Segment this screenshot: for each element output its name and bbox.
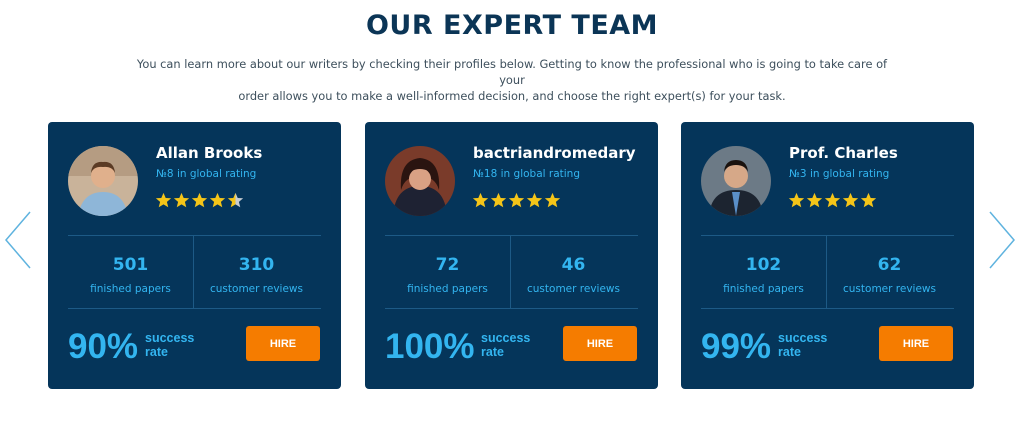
star-icon xyxy=(155,192,172,208)
star-icon xyxy=(788,192,805,208)
papers-label: finished papers xyxy=(723,283,804,295)
papers-stat: 501 finished papers xyxy=(68,254,193,295)
hire-button[interactable]: HIRE xyxy=(246,326,320,361)
reviews-count: 62 xyxy=(877,255,902,275)
divider xyxy=(68,235,321,236)
success-label-line2: rate xyxy=(481,345,504,359)
success-percent: 90% xyxy=(68,327,139,366)
papers-stat: 72 finished papers xyxy=(385,254,510,295)
papers-label: finished papers xyxy=(407,283,488,295)
star-icon xyxy=(824,192,841,208)
divider xyxy=(701,308,954,309)
chevron-right-icon xyxy=(989,211,1015,269)
reviews-label: customer reviews xyxy=(210,283,303,295)
reviews-count: 310 xyxy=(238,255,275,275)
carousel-next-button[interactable] xyxy=(986,210,1018,270)
expert-name[interactable]: bactriandromedary xyxy=(473,144,636,162)
avatar xyxy=(701,146,771,216)
success-label-line2: rate xyxy=(145,345,168,359)
star-rating xyxy=(472,192,561,210)
star-icon xyxy=(544,192,561,208)
success-rate-label: success rate xyxy=(778,331,838,359)
divider xyxy=(385,308,638,309)
reviews-stat: 62 customer reviews xyxy=(827,254,952,295)
hire-button[interactable]: HIRE xyxy=(563,326,637,361)
reviews-stat: 310 customer reviews xyxy=(194,254,319,295)
global-rating: №3 in global rating xyxy=(789,168,890,180)
success-rate-label: success rate xyxy=(145,331,205,359)
star-rating xyxy=(155,192,244,210)
intro-line-2: order allows you to make a well-informed… xyxy=(238,89,786,103)
success-label-line1: success xyxy=(481,331,531,345)
star-icon xyxy=(806,192,823,208)
reviews-label: customer reviews xyxy=(527,283,620,295)
global-rating: №8 in global rating xyxy=(156,168,257,180)
carousel-prev-button[interactable] xyxy=(2,210,34,270)
avatar xyxy=(385,146,455,216)
expert-name[interactable]: Allan Brooks xyxy=(156,144,262,162)
star-icon xyxy=(508,192,525,208)
global-rating: №18 in global rating xyxy=(473,168,580,180)
success-percent: 100% xyxy=(385,327,475,366)
divider xyxy=(385,235,638,236)
star-icon xyxy=(173,192,190,208)
chevron-left-icon xyxy=(5,211,31,269)
success-percent: 99% xyxy=(701,327,772,366)
success-label-line1: success xyxy=(145,331,195,345)
reviews-count: 46 xyxy=(561,255,586,275)
hire-button[interactable]: HIRE xyxy=(879,326,953,361)
expert-card: Prof. Charles №3 in global rating 102 fi… xyxy=(681,122,974,389)
star-icon xyxy=(490,192,507,208)
success-label-line2: rate xyxy=(778,345,801,359)
reviews-stat: 46 customer reviews xyxy=(511,254,636,295)
expert-card: bactriandromedary №18 in global rating 7… xyxy=(365,122,658,389)
papers-label: finished papers xyxy=(90,283,171,295)
star-icon xyxy=(860,192,877,208)
avatar xyxy=(68,146,138,216)
star-icon xyxy=(472,192,489,208)
intro-line-1: You can learn more about our writers by … xyxy=(136,57,888,87)
section-intro: You can learn more about our writers by … xyxy=(130,56,894,104)
star-icon xyxy=(842,192,859,208)
papers-stat: 102 finished papers xyxy=(701,254,826,295)
star-icon xyxy=(227,192,244,208)
divider xyxy=(68,308,321,309)
papers-count: 501 xyxy=(112,255,149,275)
papers-count: 102 xyxy=(745,255,782,275)
star-icon xyxy=(191,192,208,208)
expert-name[interactable]: Prof. Charles xyxy=(789,144,898,162)
expert-card: Allan Brooks №8 in global rating 501 fin… xyxy=(48,122,341,389)
success-rate-label: success rate xyxy=(481,331,541,359)
section-title: OUR EXPERT TEAM xyxy=(365,10,659,41)
star-rating xyxy=(788,192,877,210)
reviews-label: customer reviews xyxy=(843,283,936,295)
star-icon xyxy=(526,192,543,208)
divider xyxy=(701,235,954,236)
success-label-line1: success xyxy=(778,331,828,345)
star-icon xyxy=(209,192,226,208)
papers-count: 72 xyxy=(435,255,460,275)
